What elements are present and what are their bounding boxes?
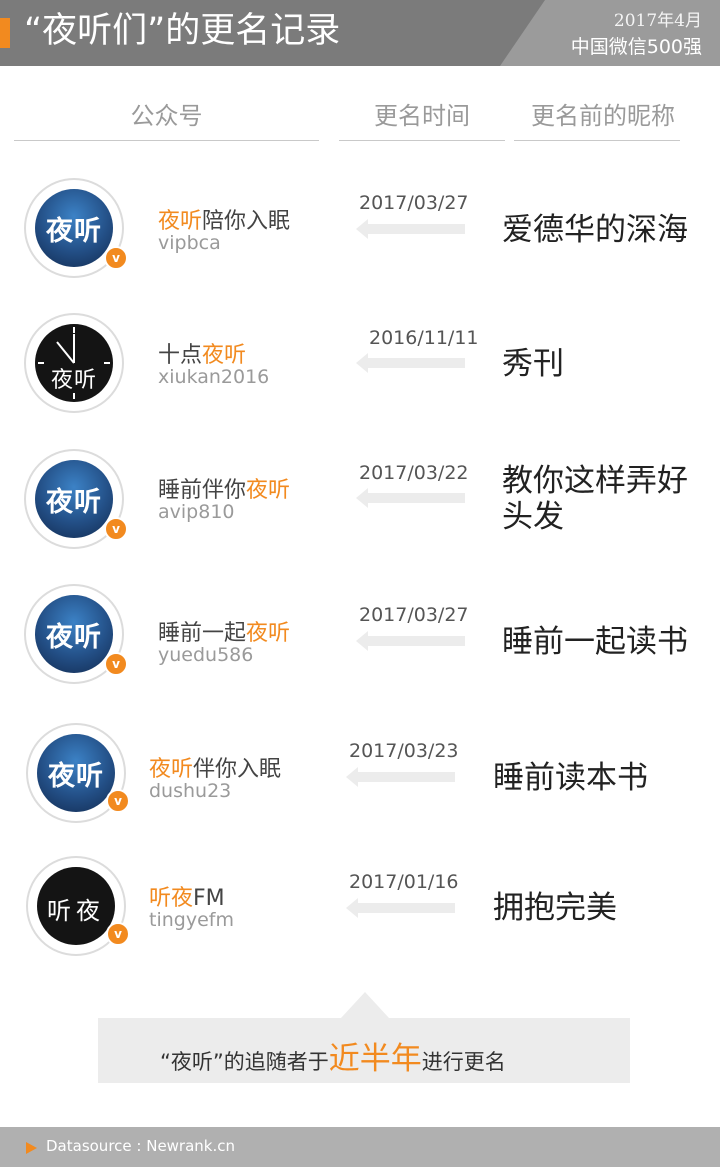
arrow-left-icon <box>356 488 465 508</box>
table-row: 夜听 v 睡前伴你夜听 avip810 2017/03/22 教你这样弄好头发 <box>0 441 720 561</box>
play-triangle-icon <box>26 1142 37 1154</box>
table-row: 夜听 v 睡前一起夜听 yuedu586 2017/03/27 睡前一起读书 <box>0 576 720 696</box>
account-name: 夜听伴你入眠 <box>149 757 282 782</box>
old-name: 睡前读本书 <box>493 760 648 796</box>
arrow-left-icon <box>346 898 455 918</box>
rename-date: 2017/03/27 <box>359 192 469 214</box>
rename-date: 2017/03/23 <box>349 740 459 762</box>
account-id: vipbca <box>158 232 221 254</box>
page-title: “夜听们”的更名记录 <box>24 11 341 51</box>
table-row: 夜听 v 夜听伴你入眠 dushu23 2017/03/23 睡前读本书 <box>0 713 720 833</box>
logo-text: 夜听 <box>46 487 102 518</box>
old-name: 拥抱完美 <box>493 890 617 926</box>
logo-text: 夜听 <box>50 368 97 393</box>
callout-pointer <box>341 992 389 1018</box>
data-source: Datasource : Newrank.cn <box>46 1137 236 1155</box>
account-name: 听夜FM <box>149 886 225 911</box>
header-subtitle: 中国微信500强 <box>570 36 702 58</box>
footer: Datasource : Newrank.cn <box>0 1127 720 1167</box>
night-sky-logo-icon: 夜听 <box>35 460 113 538</box>
avatar: 夜听 v <box>24 178 128 278</box>
avatar: 夜听 v <box>24 449 128 549</box>
rename-date: 2016/11/11 <box>369 327 479 349</box>
night-sky-logo-icon: 夜听 <box>35 189 113 267</box>
clock-logo-icon: 夜听 <box>35 324 113 402</box>
arrow-left-icon <box>356 353 465 373</box>
column-header-old-name: 更名前的昵称 <box>531 102 675 130</box>
account-id: avip810 <box>158 501 235 523</box>
accent-bar <box>0 18 10 48</box>
table-row: 夜听 v 夜听陪你入眠 vipbca 2017/03/27 爱德华的深海 <box>0 170 720 290</box>
arrow-left-icon <box>356 219 465 239</box>
avatar: 夜听 <box>24 313 124 413</box>
old-name: 睡前一起读书 <box>502 624 688 660</box>
header-banner: “夜听们”的更名记录 2017年4月 中国微信500强 <box>0 0 720 66</box>
moon-logo-icon: 听夜 <box>37 867 115 945</box>
avatar: 夜听 v <box>26 723 130 823</box>
old-name: 教你这样弄好头发 <box>502 463 688 535</box>
account-name: 夜听陪你入眠 <box>158 209 291 234</box>
column-divider <box>514 140 680 141</box>
account-id: xiukan2016 <box>158 366 270 388</box>
logo-text: 夜听 <box>46 622 102 653</box>
table-row: 听夜 v 听夜FM tingyefm 2017/01/16 拥抱完美 <box>0 846 720 966</box>
avatar: 夜听 v <box>24 584 128 684</box>
header-date: 2017年4月 <box>613 11 702 31</box>
verified-badge-icon: v <box>106 922 130 946</box>
account-name: 睡前伴你夜听 <box>158 478 291 503</box>
rename-date: 2017/01/16 <box>349 871 459 893</box>
account-name: 睡前一起夜听 <box>158 621 291 646</box>
account-id: dushu23 <box>149 780 232 802</box>
logo-text: 夜听 <box>48 761 104 792</box>
verified-badge-icon: v <box>104 517 128 541</box>
column-header-account: 公众号 <box>130 102 203 130</box>
arrow-left-icon <box>346 767 455 787</box>
verified-badge-icon: v <box>104 246 128 270</box>
old-name: 爱德华的深海 <box>502 212 688 248</box>
old-name: 秀刊 <box>502 346 564 382</box>
verified-badge-icon: v <box>104 652 128 676</box>
rename-date: 2017/03/22 <box>359 462 469 484</box>
column-header-rename-time: 更名时间 <box>374 102 470 130</box>
column-divider <box>339 140 505 141</box>
night-sky-logo-icon: 夜听 <box>37 734 115 812</box>
column-divider <box>14 140 319 141</box>
logo-text: 听夜 <box>47 897 105 925</box>
account-id: tingyefm <box>149 909 234 931</box>
summary-text: “夜听”的追随者于近半年进行更名 <box>160 1041 506 1077</box>
rename-date: 2017/03/27 <box>359 604 469 626</box>
night-sky-logo-icon: 夜听 <box>35 595 113 673</box>
arrow-left-icon <box>356 631 465 651</box>
account-id: yuedu586 <box>158 644 254 666</box>
verified-badge-icon: v <box>106 789 130 813</box>
table-row: 夜听 十点夜听 xiukan2016 2016/11/11 秀刊 <box>0 305 720 425</box>
avatar: 听夜 v <box>26 856 130 956</box>
logo-text: 夜听 <box>46 216 102 247</box>
account-name: 十点夜听 <box>158 343 247 368</box>
